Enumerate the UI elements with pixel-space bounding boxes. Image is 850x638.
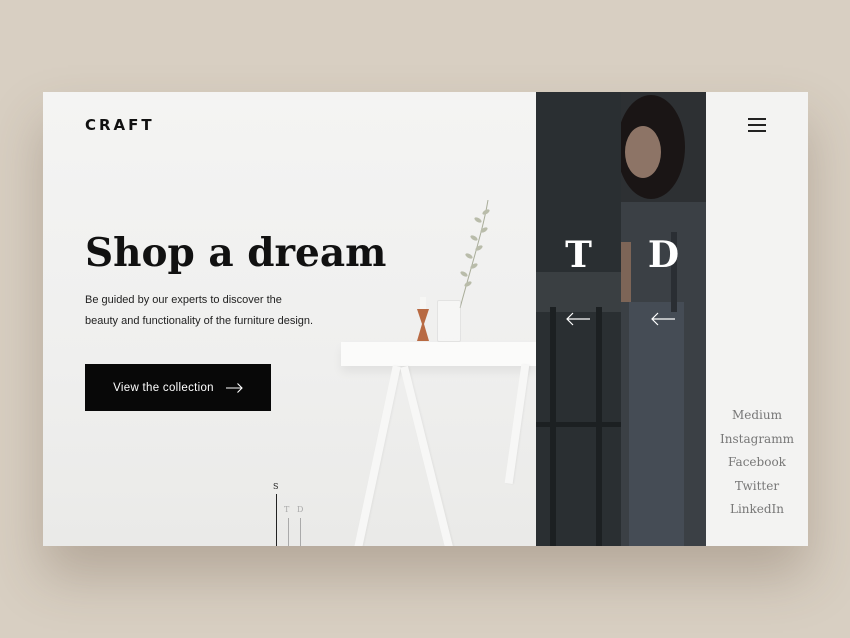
- hero-subtext-line1: Be guided by our experts to discover the: [85, 294, 282, 306]
- slide-indicator-bar: [300, 518, 301, 546]
- hero-headline: Shop a dream: [85, 230, 387, 276]
- slide-indicator-label: D: [297, 505, 304, 514]
- view-collection-button[interactable]: View the collection: [85, 364, 271, 411]
- hero-subtext: Be guided by our experts to discover the…: [85, 290, 385, 332]
- table-leg: [400, 365, 454, 546]
- hamburger-line: [748, 130, 766, 132]
- slide-letter: D: [647, 234, 680, 276]
- slide-indicator-bar-active: [276, 494, 277, 546]
- arrow-left-icon[interactable]: [566, 312, 590, 326]
- slide-panel-t[interactable]: T: [536, 92, 621, 546]
- table-leg: [353, 365, 401, 546]
- slide-letter: T: [565, 234, 592, 276]
- arrow-right-icon: [225, 382, 243, 393]
- hamburger-icon[interactable]: [748, 118, 766, 132]
- table-top: [341, 342, 536, 366]
- plant-illustration: [459, 200, 490, 309]
- social-link-medium[interactable]: Medium: [706, 404, 808, 428]
- arrow-left-icon[interactable]: [651, 312, 675, 326]
- social-links: Medium Instagramm Facebook Twitter Linke…: [706, 404, 808, 522]
- slide-indicator[interactable]: S T D: [273, 482, 313, 546]
- table-leg: [504, 364, 530, 484]
- slide-indicator-label: S: [273, 482, 279, 491]
- slide-panel-d[interactable]: D: [621, 92, 706, 546]
- hero-subtext-line2: beauty and functionality of the furnitur…: [85, 315, 314, 327]
- hamburger-line: [748, 124, 766, 126]
- slide-indicator-label: T: [284, 505, 290, 514]
- social-link-twitter[interactable]: Twitter: [706, 475, 808, 499]
- hamburger-line: [748, 118, 766, 120]
- right-rail: Medium Instagramm Facebook Twitter Linke…: [706, 92, 808, 546]
- social-link-instagram[interactable]: Instagramm: [706, 428, 808, 452]
- social-link-facebook[interactable]: Facebook: [706, 451, 808, 475]
- glass-vase: [437, 300, 461, 342]
- landing-card: CRAFT Shop a dream Be guided by our expe…: [43, 92, 808, 546]
- slide-indicator-bar: [288, 518, 289, 546]
- candle-holder: [417, 297, 429, 341]
- social-link-linkedin[interactable]: LinkedIn: [706, 498, 808, 522]
- view-collection-label: View the collection: [113, 381, 214, 394]
- brand-logo[interactable]: CRAFT: [85, 116, 155, 134]
